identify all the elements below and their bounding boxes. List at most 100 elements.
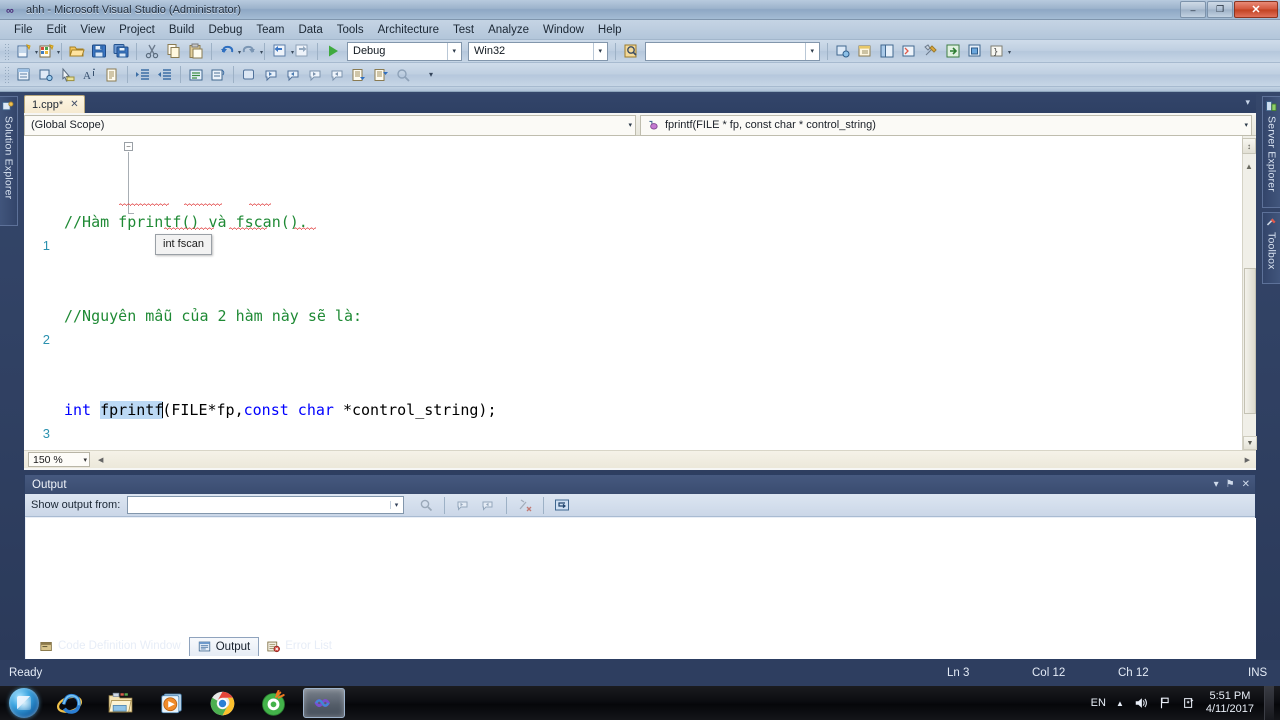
sidebar-item-server-explorer[interactable]: Server Explorer (1262, 96, 1280, 208)
solution-platform-combo[interactable]: Win32 ▾ (468, 41, 608, 61)
taskbar-internet-explorer[interactable] (48, 688, 90, 718)
properties-window-icon[interactable] (854, 41, 876, 62)
toolbar-grip[interactable] (4, 42, 11, 60)
menu-window[interactable]: Window (536, 22, 591, 38)
show-output-from-combo[interactable]: ▾ (127, 496, 405, 514)
search-online-icon[interactable] (392, 64, 414, 85)
maximize-button[interactable]: ❐ (1207, 1, 1233, 18)
find-combo[interactable]: ▾ (645, 41, 820, 61)
code-snippet-icon[interactable]: } ▾ (986, 41, 1011, 62)
chevron-down-icon[interactable]: ▾ (1244, 121, 1248, 129)
chevron-down-icon[interactable]: ▾ (83, 456, 87, 464)
sidebar-item-toolbox[interactable]: Toolbox (1262, 212, 1280, 284)
navigate-backward-icon[interactable]: ▾ (269, 41, 294, 62)
font-size-icon[interactable]: A (79, 64, 101, 85)
toolbox-toolbar-icon[interactable] (898, 41, 920, 62)
start-orb[interactable] (9, 688, 39, 718)
copy-icon[interactable] (163, 41, 185, 62)
output-window-dropdown-icon[interactable]: ▾ (1214, 479, 1219, 490)
document-tab-1cpp[interactable]: 1.cpp* ✕ (24, 95, 85, 113)
new-item-icon[interactable]: ▾ (35, 41, 60, 62)
toggle-word-wrap-icon[interactable] (551, 495, 573, 516)
task-list-next-icon[interactable] (370, 64, 392, 85)
zoom-level-combo[interactable]: 150 % ▾ (28, 452, 90, 467)
scope-combo[interactable]: (Global Scope) ▾ (24, 114, 636, 136)
solution-configuration-combo[interactable]: Debug ▾ (347, 41, 462, 61)
go-to-previous-message-icon[interactable] (452, 495, 474, 516)
volume-icon[interactable] (1134, 696, 1148, 710)
uncomment-selection-icon[interactable] (207, 64, 229, 85)
taskbar-green-circle-app[interactable] (252, 688, 294, 718)
find-input[interactable] (651, 45, 801, 57)
tab-list-chevron-down-icon[interactable]: ▾ (1245, 97, 1250, 108)
new-window-icon[interactable] (964, 41, 986, 62)
toolbar-overflow-icon[interactable]: ▾ (420, 64, 442, 85)
menu-tools[interactable]: Tools (330, 22, 371, 38)
chevron-down-icon[interactable]: ▾ (447, 42, 459, 60)
tab-output[interactable]: Output (188, 636, 260, 656)
comment-selection-icon[interactable] (185, 64, 207, 85)
scroll-right-icon[interactable]: ▶ (1245, 456, 1250, 464)
redo-icon[interactable]: ▾ (238, 41, 263, 62)
save-all-icon[interactable] (110, 41, 132, 62)
action-center-icon[interactable] (1182, 696, 1196, 710)
code-editor[interactable]: − 1 //Hàm fprintf() và fscan(). 2 //Nguy… (24, 136, 1242, 450)
show-hidden-icons-icon[interactable]: ▲ (1116, 699, 1124, 708)
editor-split-handle[interactable]: ↕ (1242, 138, 1256, 154)
find-message-icon[interactable] (415, 495, 437, 516)
scroll-up-icon[interactable]: ▲ (1243, 160, 1255, 172)
previous-bookmark-icon[interactable] (260, 64, 282, 85)
open-file-icon[interactable] (66, 41, 88, 62)
close-icon[interactable]: ✕ (70, 99, 78, 110)
code-line[interactable]: 2 //Nguyên mẫu của 2 hàm này sẽ là: (24, 305, 1242, 348)
taskbar-google-chrome[interactable] (201, 688, 243, 718)
tray-language[interactable]: EN (1091, 697, 1106, 709)
toolbar-grip[interactable] (4, 66, 11, 83)
menu-test[interactable]: Test (446, 22, 481, 38)
add-task-list-shortcut-icon[interactable] (348, 64, 370, 85)
next-bookmark-icon[interactable] (282, 64, 304, 85)
undo-icon[interactable]: ▾ (216, 41, 241, 62)
toggle-bookmark-icon[interactable] (238, 64, 260, 85)
paste-icon[interactable] (185, 41, 207, 62)
menu-data[interactable]: Data (291, 22, 329, 38)
navigate-forward-icon[interactable] (291, 41, 313, 62)
go-to-next-message-icon[interactable] (477, 495, 499, 516)
close-button[interactable]: ✕ (1234, 1, 1278, 18)
network-icon[interactable] (1158, 696, 1172, 710)
menu-build[interactable]: Build (162, 22, 202, 38)
new-project-icon[interactable]: ▾ (13, 41, 38, 62)
output-close-icon[interactable]: ✕ (1242, 479, 1250, 490)
scroll-left-icon[interactable]: ◀ (98, 456, 103, 464)
quick-find-symbol-icon[interactable] (57, 64, 79, 85)
editor-vertical-scrollbar[interactable]: ▼ (1242, 136, 1257, 450)
menu-team[interactable]: Team (249, 22, 291, 38)
next-bookmark-in-folder-icon[interactable] (326, 64, 348, 85)
show-desktop-button[interactable] (1264, 686, 1274, 720)
scrollbar-thumb[interactable] (1244, 268, 1256, 414)
taskbar-visual-studio[interactable] (303, 688, 345, 718)
menu-edit[interactable]: Edit (40, 22, 74, 38)
menu-project[interactable]: Project (112, 22, 162, 38)
clear-all-icon[interactable] (514, 495, 536, 516)
display-object-member-icon[interactable] (35, 64, 57, 85)
cut-icon[interactable] (141, 41, 163, 62)
taskbar-windows-explorer[interactable] (99, 688, 141, 718)
previous-bookmark-in-folder-icon[interactable] (304, 64, 326, 85)
object-browser-icon[interactable] (876, 41, 898, 62)
minimize-button[interactable]: – (1180, 1, 1206, 18)
increase-indent-icon[interactable] (132, 64, 154, 85)
tab-error-list[interactable]: Error List (259, 637, 340, 656)
sidebar-item-solution-explorer[interactable]: Solution Explorer (0, 96, 18, 226)
save-icon[interactable] (88, 41, 110, 62)
solution-explorer-toolbar-icon[interactable] (832, 41, 854, 62)
code-line[interactable]: 3 int fprintf(FILE*fp,const char *contro… (24, 399, 1242, 441)
tools-options-icon[interactable] (920, 41, 942, 62)
code-line[interactable]: 1 //Hàm fprintf() và fscan(). (24, 211, 1242, 254)
menu-debug[interactable]: Debug (201, 22, 249, 38)
menu-file[interactable]: File (7, 22, 40, 38)
navigate-to-icon[interactable] (942, 41, 964, 62)
menu-architecture[interactable]: Architecture (371, 22, 446, 38)
find-in-files-icon[interactable] (620, 41, 642, 62)
menu-help[interactable]: Help (591, 22, 629, 38)
